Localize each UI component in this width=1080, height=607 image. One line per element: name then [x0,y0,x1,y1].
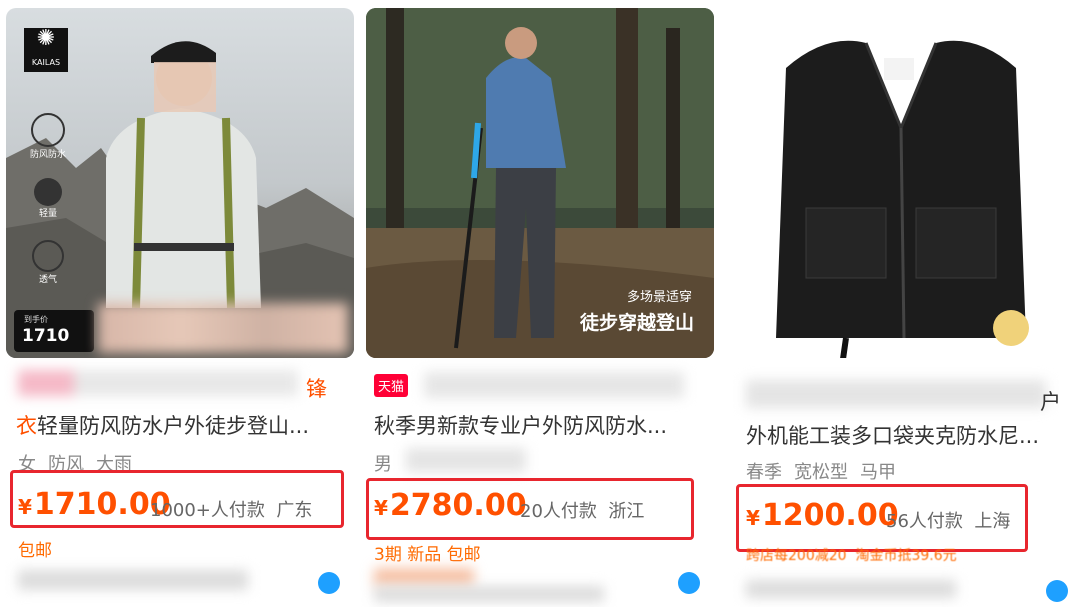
overlay-caption-small: 多场景适穿 [626,290,692,305]
location: 浙江 [608,501,645,522]
title-fragment: 锋 [306,377,327,401]
brand-logo-text: KAILAS [31,58,61,67]
tag-row: 春季 宽松型 马甲 [746,458,908,484]
product-image[interactable]: KAILAS ✺ 防风防水 轻量 透气 到手价 1710 [6,8,354,358]
badge: 3期 [374,545,402,565]
chat-bubble-icon[interactable] [678,572,700,594]
title-text: 轻量防风防水户外徒步登山... [37,414,310,438]
location: 广东 [276,500,313,521]
glasses-icon [31,113,65,147]
blurred-promo [374,568,474,586]
title-highlight: 衣 [16,414,37,438]
badge: 包邮 [18,541,52,561]
tag: 马甲 [860,462,896,483]
blurred-title [746,380,1046,408]
product-title[interactable]: 秋季男新款专业户外防风防水... [374,410,704,440]
tag-row: 男 [374,450,404,476]
tag: 春季 [746,462,782,483]
product-card[interactable]: KAILAS ✺ 防风防水 轻量 透气 到手价 1710 锋 衣轻量防风防水户外… [6,0,356,607]
price: ¥1710.00 [18,487,171,522]
currency-symbol: ¥ [746,506,760,530]
blurred-banner [98,303,348,353]
product-title[interactable]: 衣轻量防风防水户外徒步登山... [16,410,346,440]
chat-bubble-icon[interactable] [1046,580,1068,602]
product-photo [366,8,714,358]
price-value: 2780.00 [389,488,527,523]
badge: 包邮 [446,545,481,565]
feature-icon-1: 防风防水 [26,113,70,160]
blurred-shop [18,570,248,590]
badge: 跨店每200减20 [746,548,847,564]
currency-symbol: ¥ [374,496,388,520]
price-value: 1200.00 [761,498,899,533]
badge-row: 3期 新品 包邮 [374,540,481,565]
sales-count: 1000+人付款 [150,500,265,521]
chat-bubble-icon[interactable] [318,572,340,594]
price-badge-overlay: 到手价 1710 [14,310,94,352]
sales-info: 56人付款 上海 [886,507,1010,533]
price-badge-value: 1710 [22,326,70,346]
feature-label: 防风防水 [29,150,66,160]
sales-count: 20人付款 [520,501,597,522]
blurred-title [18,370,298,396]
sales-info: 1000+人付款 广东 [150,496,312,522]
sun-icon: ✺ [36,26,56,51]
product-card[interactable]: 户 外机能工装多口袋夹克防水尼... 春季 宽松型 马甲 ¥1200.00 56人付… [726,0,1076,607]
blurred-title [424,372,684,398]
feature-label: 轻量 [38,209,57,219]
feature-icon-3: 透气 [26,240,70,285]
feature-label: 透气 [38,275,57,285]
location: 上海 [974,511,1011,532]
price: ¥1200.00 [746,498,899,533]
product-card[interactable]: 多场景适穿 徒步穿越登山 天猫 秋季男新款专业户外防风防水... 男 ¥2780… [366,0,716,607]
feature-icon-2: 轻量 [26,178,70,219]
tmall-badge: 天猫 [374,374,409,397]
badge: 新品 [407,545,442,565]
badge-row: 跨店每200减20 淘金币抵39.6元 [746,545,957,565]
blurred-shop [374,586,604,602]
overlay-caption-large: 徒步穿越登山 [579,312,694,334]
product-photo [726,8,1074,358]
badge: 淘金币抵39.6元 [855,548,957,564]
price: ¥2780.00 [374,488,527,523]
badge-row: 包邮 [18,536,52,561]
sales-count: 56人付款 [886,511,963,532]
product-title[interactable]: 外机能工装多口袋夹克防水尼... [746,420,1076,450]
sales-info: 20人付款 浙江 [520,497,644,523]
currency-symbol: ¥ [18,495,32,519]
product-image[interactable] [726,8,1074,358]
price-badge-label: 到手价 [24,315,48,324]
feather-icon [34,178,62,206]
breath-icon [32,240,64,272]
tag: 宽松型 [794,462,848,483]
blurred-shop [746,580,956,598]
product-image[interactable]: 多场景适穿 徒步穿越登山 [366,8,714,358]
blurred-tags [406,448,526,472]
tag: 男 [374,454,392,475]
title-fragment: 户 [1040,390,1061,414]
